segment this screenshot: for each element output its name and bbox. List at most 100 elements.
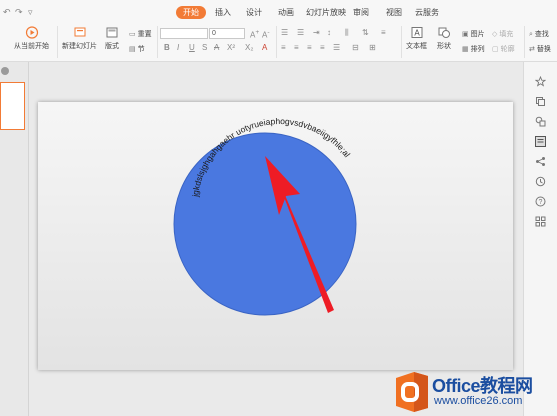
panel-collapse-handle[interactable] <box>1 67 9 75</box>
find-label: 查找 <box>534 31 549 38</box>
divider <box>276 26 277 58</box>
outline-button[interactable]: ▢ 轮廓 <box>492 44 515 54</box>
shape-label: 形状 <box>437 43 451 50</box>
font-color-icon[interactable]: A <box>262 43 267 52</box>
slide-thumbnail-panel <box>0 62 29 416</box>
history-icon[interactable] <box>535 176 546 187</box>
picture-label: 图片 <box>470 31 485 38</box>
text-box-label: 文本框 <box>406 43 427 50</box>
tab-design[interactable]: 设计 <box>242 6 266 19</box>
align-text-icon[interactable]: ≡ <box>381 28 386 37</box>
svg-text:?: ? <box>539 199 543 206</box>
divider <box>157 26 158 58</box>
indent-icon[interactable]: ⇥ <box>313 28 320 37</box>
tab-bar: ↶ ↷ ▿ 开始 插入 设计 动画 幻灯片放映 审阅 视图 云服务 <box>0 0 557 22</box>
find-button[interactable]: ⌕ 查找 <box>529 29 549 39</box>
line-spacing-icon[interactable]: ↕ <box>327 28 331 37</box>
divider <box>524 26 525 58</box>
fill-label: 填充 <box>499 31 514 38</box>
reset-label: 重置 <box>137 31 152 38</box>
grid-icon[interactable] <box>535 216 546 227</box>
tab-insert[interactable]: 插入 <box>211 6 235 19</box>
strikethrough-icon[interactable]: A <box>214 43 219 52</box>
undo-icon[interactable]: ↶ <box>3 7 11 18</box>
right-task-pane: ? <box>523 62 557 416</box>
svg-text:A: A <box>414 29 420 38</box>
slide[interactable]: jgkdslsjghgahgaehr uotyrueiaphogvsdvbaei… <box>38 102 513 370</box>
redo-icon[interactable]: ↷ <box>15 7 23 18</box>
text-direction-icon[interactable]: ⇅ <box>362 28 369 37</box>
font-size-select[interactable]: 0 <box>209 28 245 39</box>
bullets-icon[interactable]: ☰ <box>281 28 288 37</box>
properties-icon[interactable] <box>535 136 546 147</box>
picture-icon: ▣ <box>462 31 469 38</box>
new-slide-button[interactable]: 新建幻灯片 <box>62 26 97 51</box>
layout-button[interactable]: 版式 <box>105 26 119 51</box>
text-box-icon: A <box>411 27 422 38</box>
arrange-button[interactable]: ▦ 排列 <box>462 44 485 54</box>
toolbar: 从当前开始 新建幻灯片 版式 ▭ 重置 ▤ 节 0 A+ A- B I U S … <box>0 22 557 62</box>
arrange-label: 排列 <box>470 46 485 53</box>
reset-icon: ▭ <box>129 31 136 38</box>
office-logo-icon <box>396 372 428 412</box>
search-icon: ⌕ <box>529 31 533 38</box>
superscript-icon[interactable]: X² <box>227 43 235 52</box>
arrange-icon: ▦ <box>462 46 469 53</box>
slide-canvas: jgkdslsjghgahgaehr uotyrueiaphogvsdvbaei… <box>29 62 523 416</box>
watermark-logo: Office教程网 www.office26.com <box>390 368 557 416</box>
circle-shape[interactable] <box>173 132 357 316</box>
subscript-icon[interactable]: X₂ <box>245 43 253 52</box>
text-box-button[interactable]: A 文本框 <box>406 26 427 51</box>
layout-label: 版式 <box>105 43 119 50</box>
slide-thumbnail[interactable] <box>0 82 25 130</box>
shapes-icon[interactable] <box>535 116 546 127</box>
shadow-icon[interactable]: S <box>202 43 207 52</box>
section-icon: ▤ <box>129 46 136 53</box>
distribute-icon[interactable]: ☰ <box>333 43 340 52</box>
reset-button[interactable]: ▭ 重置 <box>129 29 152 39</box>
text-align-vertical-icon[interactable]: ⊟ <box>352 43 359 52</box>
justify-icon[interactable]: ≡ <box>320 43 325 52</box>
section-label: 节 <box>137 46 145 53</box>
bold-icon[interactable]: B <box>164 43 170 52</box>
fill-button[interactable]: ◇ 填充 <box>492 29 513 39</box>
share-icon[interactable] <box>535 156 546 167</box>
copy-icon[interactable] <box>535 96 546 107</box>
numbering-icon[interactable]: ☰ <box>297 28 304 37</box>
convert-smartart-icon[interactable]: ⊞ <box>369 43 376 52</box>
outline-label: 轮廓 <box>500 46 515 53</box>
watermark-url: www.office26.com <box>434 395 523 407</box>
shrink-font-icon[interactable]: A- <box>262 29 270 40</box>
replace-icon: ⇄ <box>529 46 535 53</box>
star-icon[interactable] <box>535 76 546 87</box>
font-name-select[interactable] <box>160 28 208 39</box>
columns-icon[interactable]: ⫼ <box>345 28 349 38</box>
replace-button[interactable]: ⇄ 替换 <box>529 44 551 54</box>
ribbon: ↶ ↷ ▿ 开始 插入 设计 动画 幻灯片放映 审阅 视图 云服务 从当前开始 … <box>0 0 557 62</box>
picture-button[interactable]: ▣ 图片 <box>462 29 485 39</box>
tab-animation[interactable]: 动画 <box>274 6 298 19</box>
section-button[interactable]: ▤ 节 <box>129 44 145 54</box>
play-icon <box>25 26 38 39</box>
tab-cloud-service[interactable]: 云服务 <box>411 6 443 19</box>
italic-icon[interactable]: I <box>177 43 179 52</box>
tab-view[interactable]: 视图 <box>382 6 406 19</box>
replace-label: 替换 <box>536 46 551 53</box>
tab-home[interactable]: 开始 <box>176 6 206 19</box>
shape-button[interactable]: 形状 <box>437 26 451 51</box>
underline-icon[interactable]: U <box>189 43 195 52</box>
layout-icon <box>106 27 118 38</box>
shape-icon <box>438 27 450 38</box>
grow-font-icon[interactable]: A+ <box>250 29 259 40</box>
help-icon[interactable]: ? <box>535 196 546 207</box>
customize-quick-access-icon[interactable]: ▿ <box>28 7 33 18</box>
divider <box>57 26 58 58</box>
align-right-icon[interactable]: ≡ <box>307 43 312 52</box>
play-from-current-button[interactable]: 从当前开始 <box>14 26 49 51</box>
tab-slideshow[interactable]: 幻灯片放映 <box>302 6 350 19</box>
fill-icon: ◇ <box>492 31 498 38</box>
tab-review[interactable]: 审阅 <box>349 6 373 19</box>
align-left-icon[interactable]: ≡ <box>281 43 286 52</box>
align-center-icon[interactable]: ≡ <box>294 43 299 52</box>
outline-icon: ▢ <box>492 46 499 53</box>
